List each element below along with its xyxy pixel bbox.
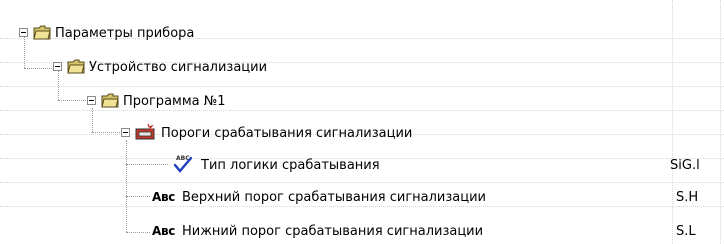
collapse-toggle[interactable]: [87, 96, 96, 105]
tree-node-program-1[interactable]: Программа №1: [0, 90, 724, 114]
node-value: SiG.l: [670, 158, 700, 173]
tree-node-alarm-device[interactable]: Устройство сигнализации: [0, 56, 724, 80]
abc-check-icon: ABC: [173, 155, 193, 173]
grid-line: [0, 86, 724, 87]
collapse-toggle[interactable]: [53, 62, 62, 71]
collapse-toggle[interactable]: [121, 128, 130, 137]
tree-node-logic-type[interactable]: ABC Тип логики срабатывания SiG.l: [0, 154, 724, 178]
tree-node-label: Тип логики срабатывания: [201, 158, 380, 173]
tree-node-label: Верхний порог срабатывания сигнализации: [182, 190, 487, 205]
tree-node-label: Параметры прибора: [55, 26, 195, 41]
tree-node-lower-threshold[interactable]: Авс Нижний порог срабатывания сигнализац…: [0, 220, 724, 244]
node-value: S.L: [676, 224, 696, 239]
tree-node-upper-threshold[interactable]: Авс Верхний порог срабатывания сигнализа…: [0, 186, 724, 210]
tree-node-label: Нижний порог срабатывания сигнализации: [182, 224, 484, 239]
folder-icon: [67, 59, 85, 74]
abc-icon: Авс: [152, 190, 176, 204]
alarm-icon: [135, 123, 155, 140]
folder-icon: [33, 25, 51, 40]
tree-node-label: Программа №1: [123, 94, 226, 109]
tree-node-label: Пороги срабатывания сигнализации: [161, 126, 413, 141]
node-value: S.H: [676, 190, 699, 205]
folder-icon: [101, 93, 119, 108]
tree-node-device-params[interactable]: Параметры прибора: [0, 22, 724, 46]
abc-icon: Авс: [152, 224, 176, 238]
collapse-toggle[interactable]: [19, 28, 28, 37]
tree-node-alarm-thresholds[interactable]: Пороги срабатывания сигнализации: [0, 122, 724, 146]
grid-line: [0, 182, 724, 183]
tree-node-label: Устройство сигнализации: [89, 60, 268, 75]
